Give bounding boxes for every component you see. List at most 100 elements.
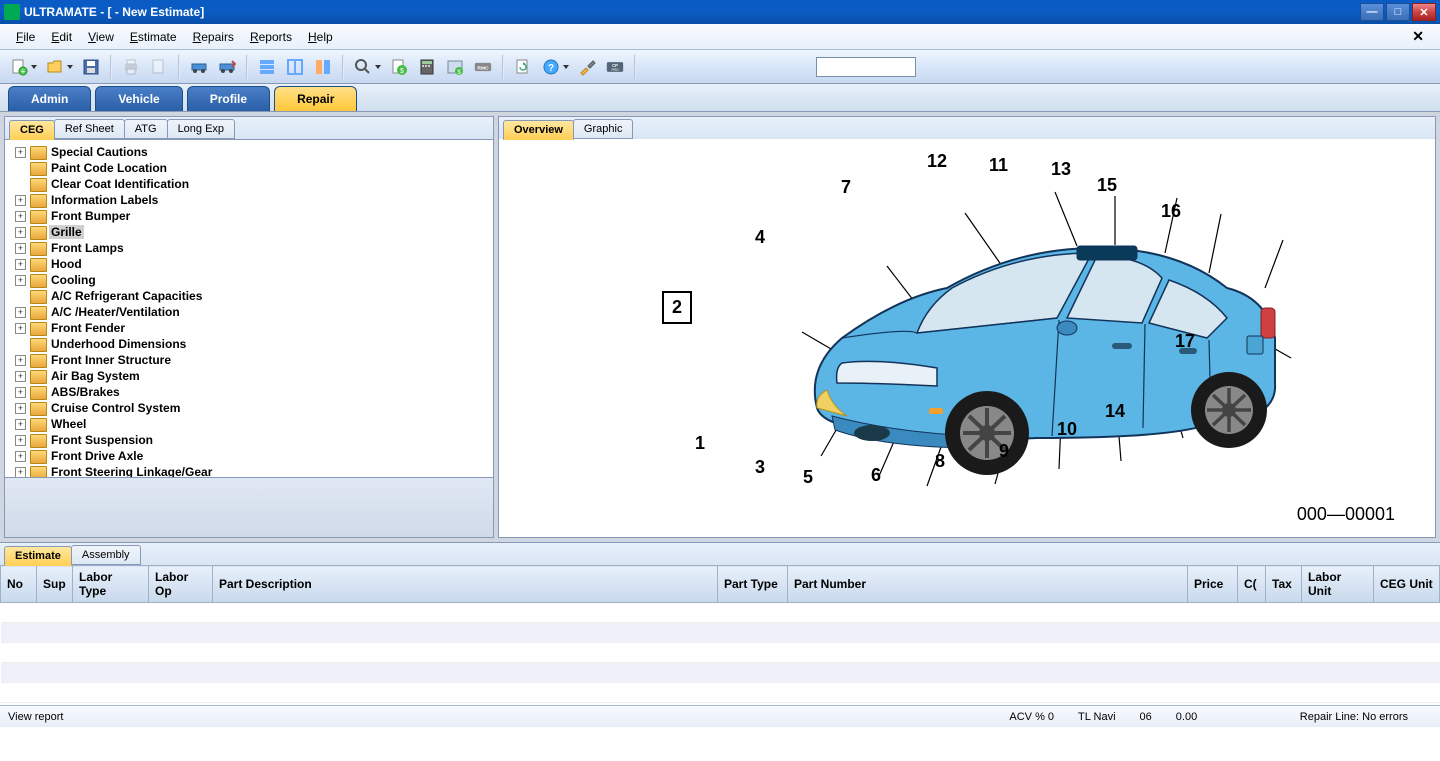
tree-item[interactable]: +Front Inner Structure (7, 352, 491, 368)
parts-tree[interactable]: +Special CautionsPaint Code LocationClea… (5, 139, 493, 477)
new-button[interactable]: + (6, 54, 32, 80)
subtab-ceg[interactable]: CEG (9, 120, 55, 140)
col-tax[interactable]: Tax (1266, 566, 1302, 603)
callout-17[interactable]: 17 (1175, 331, 1195, 352)
open-button[interactable] (42, 54, 68, 80)
expand-icon[interactable]: + (15, 227, 26, 238)
tree-item[interactable]: +Special Cautions (7, 144, 491, 160)
callout-10[interactable]: 10 (1057, 419, 1077, 440)
callout-15[interactable]: 15 (1097, 175, 1117, 196)
expand-icon[interactable]: + (15, 435, 26, 446)
callout-11[interactable]: 11 (989, 155, 1008, 176)
expand-icon[interactable]: + (15, 451, 26, 462)
col-part-num[interactable]: Part Number (788, 566, 1188, 603)
col-part-type[interactable]: Part Type (718, 566, 788, 603)
subtab-long-exp[interactable]: Long Exp (167, 119, 235, 139)
col-labor-unit[interactable]: Labor Unit (1302, 566, 1374, 603)
tree-item[interactable]: +Grille (7, 224, 491, 240)
table-row[interactable] (1, 643, 1440, 663)
tab-repair[interactable]: Repair (274, 86, 357, 111)
subtab-atg[interactable]: ATG (124, 119, 168, 139)
callout-6[interactable]: 6 (871, 465, 881, 486)
tree-item[interactable]: +Front Drive Axle (7, 448, 491, 464)
tree-item[interactable]: +Front Bumper (7, 208, 491, 224)
expand-icon[interactable]: + (15, 419, 26, 430)
callout-13[interactable]: 13 (1051, 159, 1071, 180)
menu-repairs[interactable]: Repairs (185, 26, 242, 48)
menu-edit[interactable]: Edit (43, 26, 80, 48)
tree-item[interactable]: Clear Coat Identification (7, 176, 491, 192)
tree-item[interactable]: Paint Code Location (7, 160, 491, 176)
tools-button[interactable] (574, 54, 600, 80)
callout-16[interactable]: 16 (1161, 201, 1181, 222)
tree-item[interactable]: +Wheel (7, 416, 491, 432)
menu-estimate[interactable]: Estimate (122, 26, 185, 48)
rmc-button[interactable]: RMC (470, 54, 496, 80)
col-labor-type[interactable]: Labor Type (73, 566, 149, 603)
tree-item[interactable]: +ABS/Brakes (7, 384, 491, 400)
expand-icon[interactable]: + (15, 467, 26, 478)
callout-7[interactable]: 7 (841, 177, 851, 198)
col-price[interactable]: Price (1188, 566, 1238, 603)
calculator-button[interactable] (414, 54, 440, 80)
subtab-graphic[interactable]: Graphic (573, 119, 634, 139)
tree-item[interactable]: +Front Steering Linkage/Gear (7, 464, 491, 477)
tree-item[interactable]: Underhood Dimensions (7, 336, 491, 352)
expand-icon[interactable]: + (15, 371, 26, 382)
print-button[interactable] (118, 54, 144, 80)
expand-icon[interactable]: + (15, 387, 26, 398)
expand-icon[interactable]: + (15, 355, 26, 366)
maximize-button[interactable]: □ (1386, 3, 1410, 21)
tree-item[interactable]: +Air Bag System (7, 368, 491, 384)
tree-item[interactable]: +A/C /Heater/Ventilation (7, 304, 491, 320)
vehicle-diagram[interactable]: 1 2 3 4 5 6 7 8 9 10 11 12 13 14 15 16 1… (499, 139, 1435, 537)
tree-item[interactable]: +Information Labels (7, 192, 491, 208)
tree-item[interactable]: +Front Lamps (7, 240, 491, 256)
subtab-assembly[interactable]: Assembly (71, 545, 141, 565)
table-row[interactable] (1, 683, 1440, 703)
menu-view[interactable]: View (80, 26, 122, 48)
expand-icon[interactable]: + (15, 323, 26, 334)
estimate-table[interactable]: No Sup Labor Type Labor Op Part Descript… (0, 565, 1440, 703)
grid-view-2-button[interactable] (282, 54, 308, 80)
vehicle-button-2[interactable] (214, 54, 240, 80)
callout-1[interactable]: 1 (695, 433, 705, 454)
tab-vehicle[interactable]: Vehicle (95, 86, 182, 111)
subtab-estimate[interactable]: Estimate (4, 546, 72, 566)
expand-icon[interactable]: + (15, 243, 26, 254)
search-button[interactable] (350, 54, 376, 80)
print-preview-button[interactable] (146, 54, 172, 80)
callout-3[interactable]: 3 (755, 457, 765, 478)
refresh-button[interactable] (510, 54, 536, 80)
expand-icon[interactable]: + (15, 403, 26, 414)
tree-item[interactable]: +Front Suspension (7, 432, 491, 448)
col-no[interactable]: No (1, 566, 37, 603)
grid-view-1-button[interactable] (254, 54, 280, 80)
save-button[interactable] (78, 54, 104, 80)
callout-4[interactable]: 4 (755, 227, 765, 248)
expand-icon[interactable]: + (15, 307, 26, 318)
expand-icon[interactable]: + (15, 211, 26, 222)
tree-item[interactable]: A/C Refrigerant Capacities (7, 288, 491, 304)
expand-icon[interactable]: + (15, 147, 26, 158)
tree-item[interactable]: +Front Fender (7, 320, 491, 336)
money-grid-button[interactable]: $ (442, 54, 468, 80)
tab-profile[interactable]: Profile (187, 86, 270, 111)
expand-icon[interactable]: + (15, 195, 26, 206)
grid-view-3-button[interactable] (310, 54, 336, 80)
cp-pro-button[interactable]: CPPRO (602, 54, 628, 80)
minimize-button[interactable]: — (1360, 3, 1384, 21)
help-button[interactable]: ? (538, 54, 564, 80)
tree-item[interactable]: +Hood (7, 256, 491, 272)
col-sup[interactable]: Sup (37, 566, 73, 603)
money-doc-button[interactable]: $ (386, 54, 412, 80)
mdi-close-button[interactable]: ✕ (1404, 28, 1432, 45)
callout-8[interactable]: 8 (935, 451, 945, 472)
menu-file[interactable]: File (8, 26, 43, 48)
tab-admin[interactable]: Admin (8, 86, 91, 111)
expand-icon[interactable]: + (15, 259, 26, 270)
expand-icon[interactable]: + (15, 275, 26, 286)
menu-reports[interactable]: Reports (242, 26, 300, 48)
col-part-desc[interactable]: Part Description (213, 566, 718, 603)
tree-item[interactable]: +Cooling (7, 272, 491, 288)
